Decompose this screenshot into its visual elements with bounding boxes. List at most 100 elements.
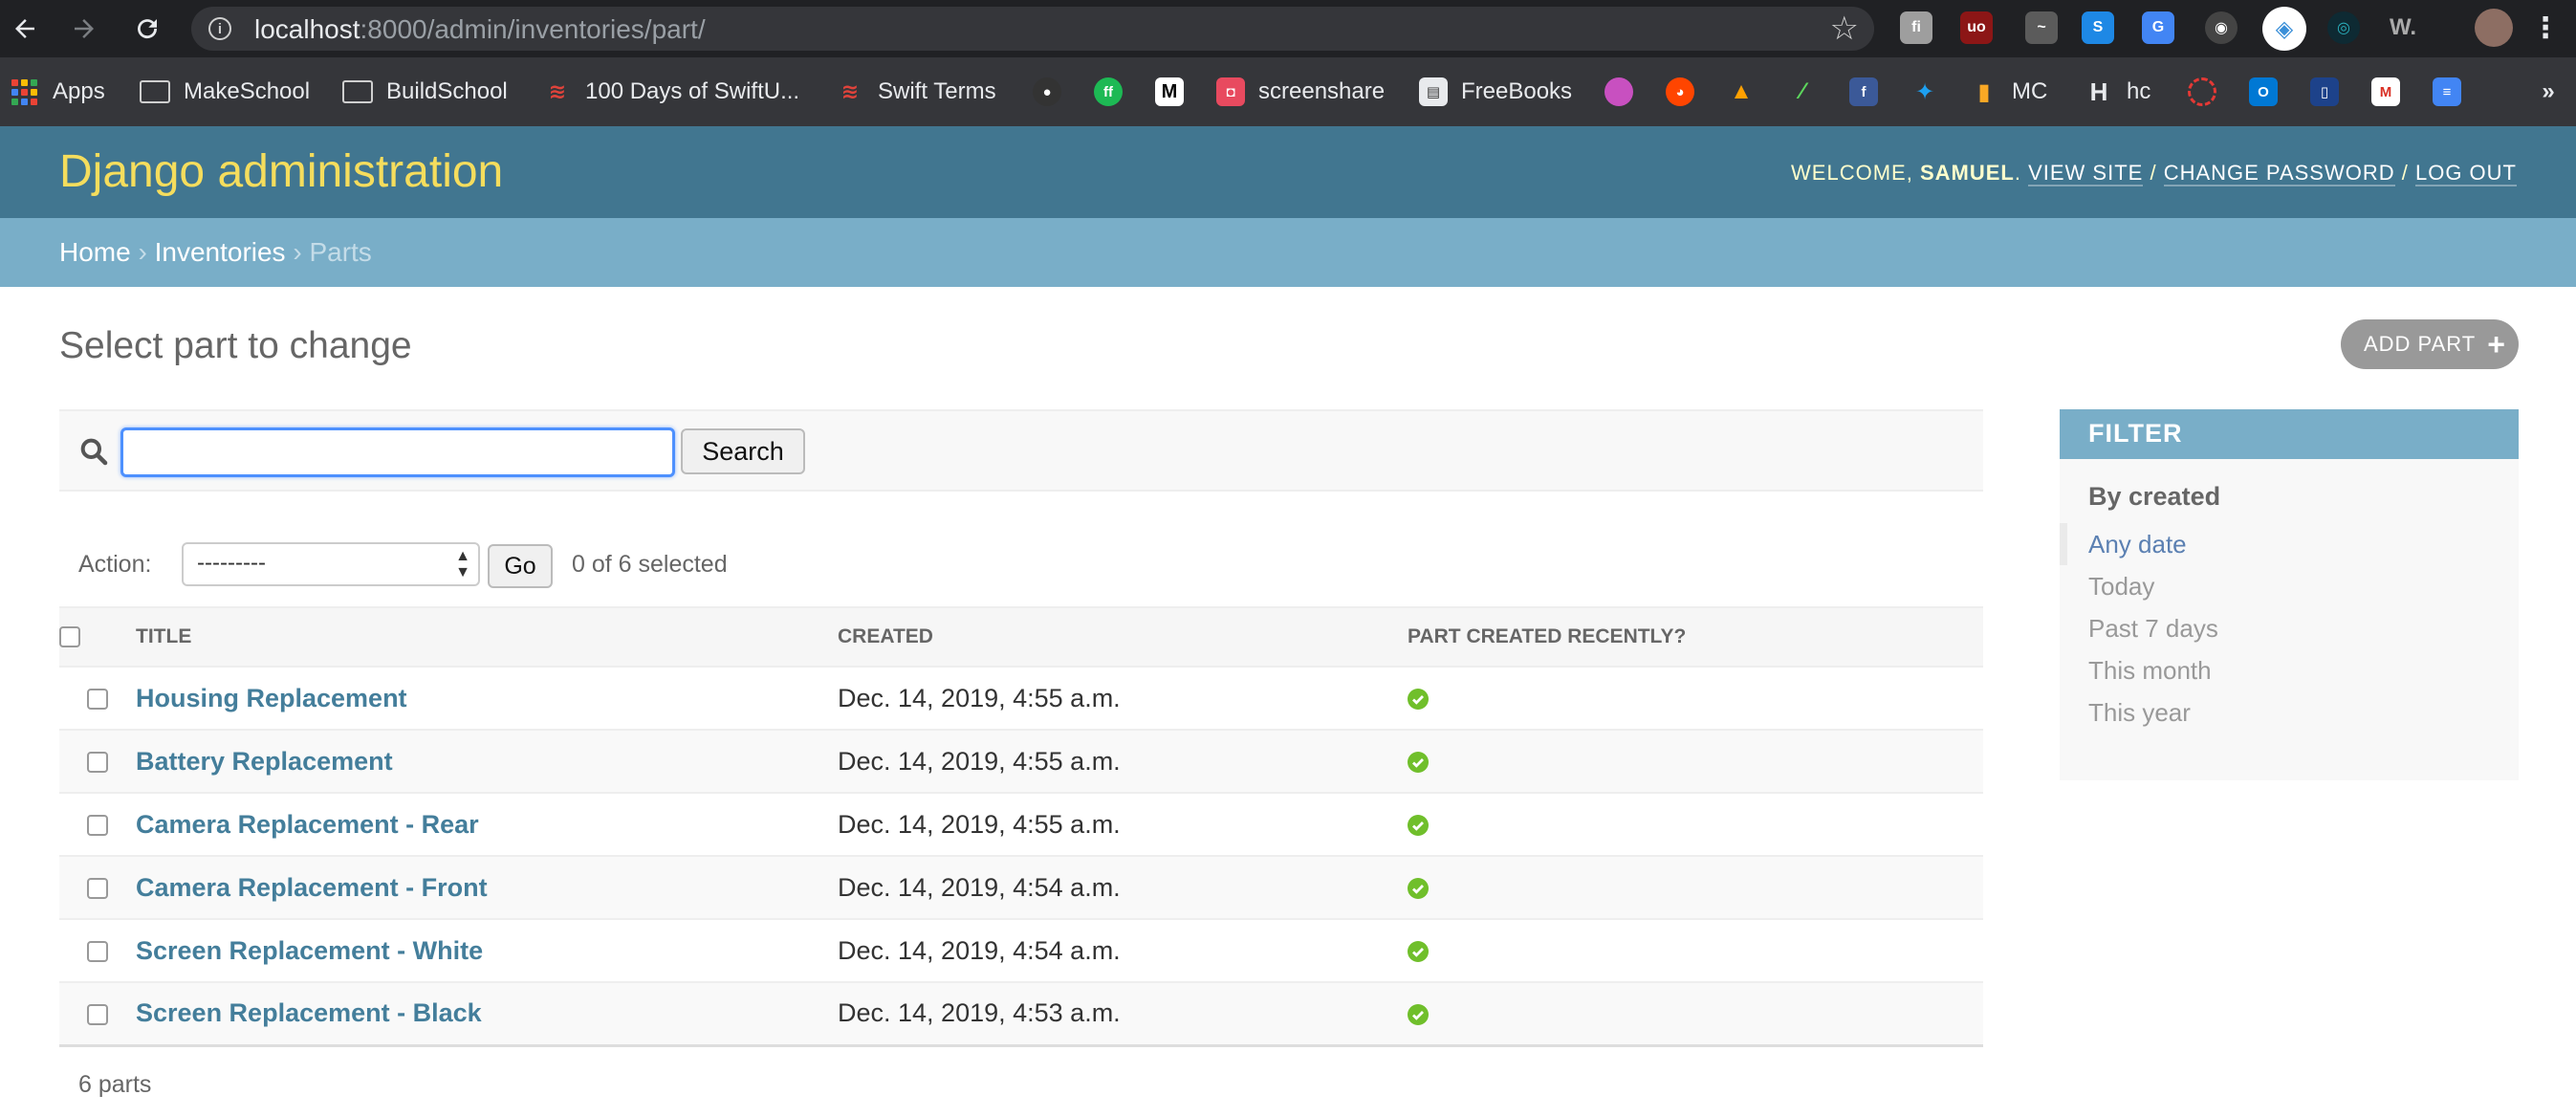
log-out-link[interactable]: Log out (2414, 161, 2517, 186)
twitter-icon[interactable]: ✦ (1910, 77, 1939, 106)
column-created[interactable]: Created (836, 606, 1408, 668)
translate-icon[interactable]: G (2142, 11, 2174, 44)
breadcrumb-home[interactable]: Home (59, 237, 131, 267)
extension-icon[interactable] (1605, 77, 1633, 106)
filter-option-this-month[interactable]: This month (2060, 649, 2519, 691)
breadcrumb-inventories[interactable]: Inventories (155, 237, 286, 267)
filter-option-any-date[interactable]: Any date (2060, 523, 2519, 565)
bookmark-label: Swift Terms (878, 78, 996, 104)
facebook-icon[interactable]: f (1849, 77, 1878, 106)
check-icon (1408, 1004, 1429, 1026)
title-cell: Screen Replacement - Black (136, 982, 836, 1047)
bookmark-screenshare[interactable]: ◘ screenshare (1216, 75, 1385, 109)
table-row: Screen Replacement - Black Dec. 14, 2019… (59, 982, 1983, 1047)
medium-icon[interactable]: M (1155, 77, 1184, 106)
extension-icon[interactable]: ◈ (2262, 7, 2306, 51)
reload-icon[interactable] (128, 10, 166, 48)
recent-cell (1408, 856, 1983, 920)
filter-option-this-year[interactable]: This year (2060, 691, 2519, 734)
check-icon (1408, 752, 1429, 774)
action-select-value: --------- (197, 550, 266, 576)
extension-icon[interactable]: ◉ (2205, 11, 2238, 44)
bookmark-swiftui[interactable]: ≋ 100 Days of SwiftU... (543, 75, 799, 109)
row-checkbox[interactable] (87, 941, 108, 963)
extension-icon[interactable]: ⁄ (1788, 77, 1817, 106)
extension-icon[interactable]: fi (1900, 11, 1932, 44)
bookmark-label: FreeBooks (1461, 78, 1573, 104)
apps-grid-icon (11, 78, 37, 105)
docs-icon[interactable]: ≡ (2433, 77, 2461, 106)
folder-icon (140, 80, 170, 103)
gmail-icon[interactable]: M (2371, 77, 2400, 106)
nba-icon[interactable]: ▯ (2310, 77, 2339, 106)
profile-avatar[interactable] (2475, 9, 2513, 47)
github-icon[interactable]: ● (1033, 77, 1061, 106)
bookmark-apps[interactable]: Apps (11, 75, 105, 109)
select-all-checkbox[interactable] (59, 626, 80, 648)
filter-option-today[interactable]: Today (2060, 565, 2519, 607)
bookmark-label: Apps (53, 78, 105, 104)
search-button[interactable]: Search (681, 428, 805, 474)
part-link[interactable]: Battery Replacement (136, 747, 393, 776)
extension-icon[interactable]: ◎ (2327, 11, 2360, 44)
address-bar[interactable]: i localhost:8000/admin/inventories/part/… (191, 7, 1874, 51)
more-bookmarks-icon[interactable]: » (2534, 77, 2563, 106)
bookmark-buildschool[interactable]: BuildSchool (342, 75, 508, 109)
site-branding[interactable]: Django administration (59, 145, 503, 198)
check-icon (1408, 689, 1429, 711)
outlook-icon[interactable]: O (2249, 77, 2278, 106)
change-password-link[interactable]: Change password (2163, 161, 2395, 186)
bookmark-mc[interactable]: ▮ MC (1970, 75, 2047, 109)
part-link[interactable]: Camera Replacement - Rear (136, 810, 479, 839)
part-link[interactable]: Housing Replacement (136, 684, 407, 712)
row-checkbox[interactable] (87, 689, 108, 711)
search-icon (80, 438, 108, 466)
breadcrumb-separator: › (138, 237, 155, 267)
row-checkbox[interactable] (87, 815, 108, 837)
bookmark-hc[interactable]: H hc (2085, 75, 2151, 109)
firebase-icon[interactable]: ▲ (1727, 77, 1756, 106)
skype-icon[interactable]: S (2082, 11, 2114, 44)
back-icon[interactable] (6, 10, 44, 48)
row-checkbox[interactable] (87, 1004, 108, 1026)
bookmark-star-icon[interactable]: ☆ (1830, 11, 1859, 47)
add-part-button[interactable]: ADD PART + (2341, 319, 2519, 369)
h-icon: H (2089, 77, 2108, 106)
action-select[interactable]: --------- ▲ ▼ (182, 542, 480, 586)
search-input[interactable] (120, 427, 675, 477)
column-title[interactable]: Title (136, 606, 836, 668)
browser-toolbar: i localhost:8000/admin/inventories/part/… (0, 0, 2576, 57)
bookmark-swift-terms[interactable]: ≋ Swift Terms (836, 75, 996, 109)
bookmark-freebooks[interactable]: ▤ FreeBooks (1419, 75, 1572, 109)
view-site-link[interactable]: View site (2028, 161, 2144, 186)
ublock-icon[interactable]: uo (1960, 11, 1993, 44)
part-link[interactable]: Camera Replacement - Front (136, 873, 488, 902)
admin-header: Django administration Welcome, Samuel. V… (0, 126, 2576, 218)
bookmark-makeschool[interactable]: MakeSchool (140, 75, 310, 109)
row-select-cell (59, 919, 136, 983)
screenshare-icon: ◘ (1216, 77, 1245, 106)
title-cell: Camera Replacement - Rear (136, 793, 836, 857)
part-link[interactable]: Screen Replacement - Black (136, 998, 482, 1027)
swift-icon: ≋ (548, 79, 567, 103)
actions-bar: Action: --------- ▲ ▼ Go 0 of 6 selected (59, 536, 1207, 593)
breadcrumb-current: Parts (309, 237, 372, 267)
column-recent[interactable]: Part created recently? (1408, 606, 1983, 668)
part-link[interactable]: Screen Replacement - White (136, 936, 483, 965)
extension-icon[interactable]: W. (2387, 11, 2419, 44)
extension-icon[interactable]: ff (1094, 77, 1123, 106)
add-part-label: ADD PART (2364, 332, 2477, 356)
row-checkbox[interactable] (87, 878, 108, 900)
info-icon[interactable]: i (208, 17, 231, 40)
created-cell: Dec. 14, 2019, 4:55 a.m. (836, 730, 1408, 794)
menu-icon[interactable]: ⋮ (2531, 11, 2560, 44)
row-checkbox[interactable] (87, 752, 108, 774)
reddit-icon[interactable]: ◕ (1666, 77, 1694, 106)
forward-icon[interactable] (65, 10, 103, 48)
extension-icon[interactable]: ~ (2025, 11, 2058, 44)
check-icon (1408, 941, 1429, 963)
filter-option-past-7-days[interactable]: Past 7 days (2060, 607, 2519, 649)
title-cell: Housing Replacement (136, 667, 836, 731)
extension-icon[interactable] (2188, 77, 2216, 106)
go-button[interactable]: Go (488, 544, 553, 588)
